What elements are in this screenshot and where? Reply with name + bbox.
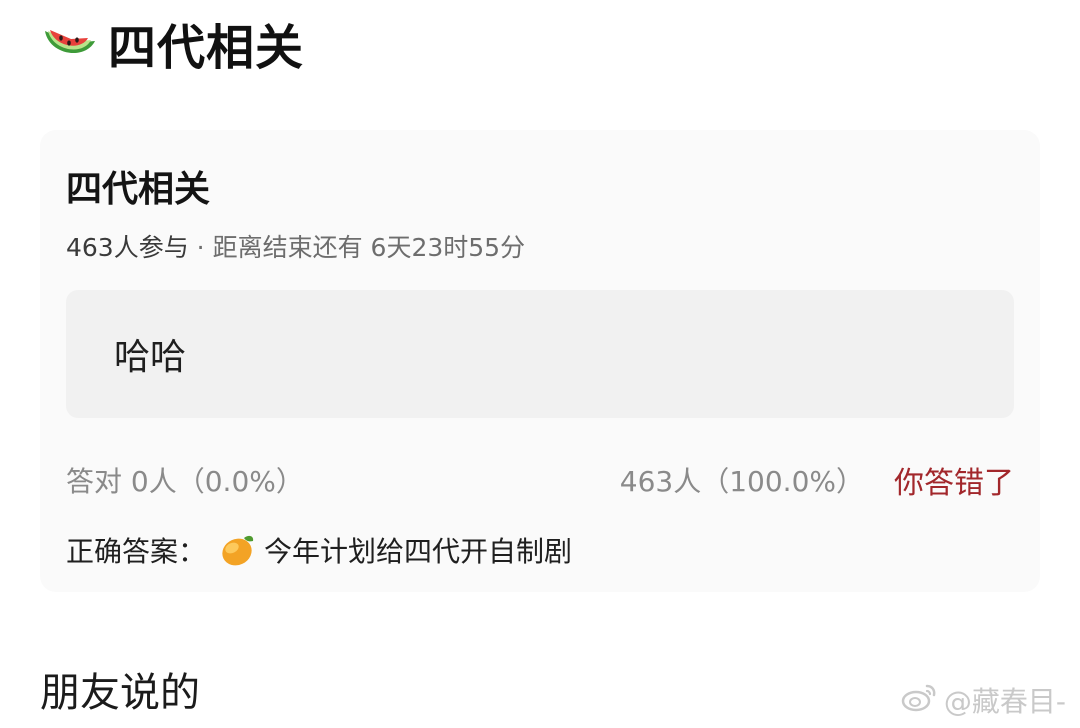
correct-label: 答对 [66, 465, 123, 498]
watermelon-icon [40, 21, 100, 65]
countdown-value: 6天23时55分 [370, 233, 526, 262]
weibo-icon [900, 682, 938, 719]
watermark: @藏春目- [900, 680, 1066, 720]
answer-label: 正确答案： [66, 535, 207, 568]
participant-count: 463人参与 [66, 233, 189, 262]
page-header: 四代相关 [40, 8, 304, 78]
option-stats: 463人（100.0%） [619, 465, 864, 498]
quiz-meta: 463人参与 · 距离结束还有 6天23时55分 [66, 228, 525, 264]
option-result: 463人（100.0%） 你答错了 [620, 458, 1014, 502]
quiz-card: 四代相关 463人参与 · 距离结束还有 6天23时55分 哈哈 答对 0人（0… [40, 130, 1040, 592]
countdown-label: 距离结束还有 [212, 233, 363, 262]
watermark-text: @藏春目- [943, 685, 1066, 718]
mango-icon [216, 529, 258, 571]
poll-option[interactable]: 哈哈 [66, 290, 1014, 418]
user-result-badge: 你答错了 [894, 466, 1014, 501]
answer-text: 今年计划给四代开自制剧 [264, 535, 573, 568]
poll-option-text: 哈哈 [114, 337, 187, 378]
result-row: 答对 0人（0.0%） 463人（100.0%） 你答错了 [66, 458, 1014, 502]
correct-answer-row: 正确答案： 今年计划给四代开自制剧 [66, 526, 572, 574]
correct-summary: 答对 0人（0.0%） [66, 460, 304, 500]
meta-separator: · [196, 233, 205, 262]
friends-section-title: 朋友说的 [40, 670, 200, 716]
page-title: 四代相关 [108, 20, 305, 76]
correct-stats: 0人（0.0%） [130, 465, 304, 498]
poll-page: 四代相关 四代相关 463人参与 · 距离结束还有 6天23时55分 哈哈 答对… [0, 0, 1080, 728]
quiz-title: 四代相关 [66, 169, 211, 210]
